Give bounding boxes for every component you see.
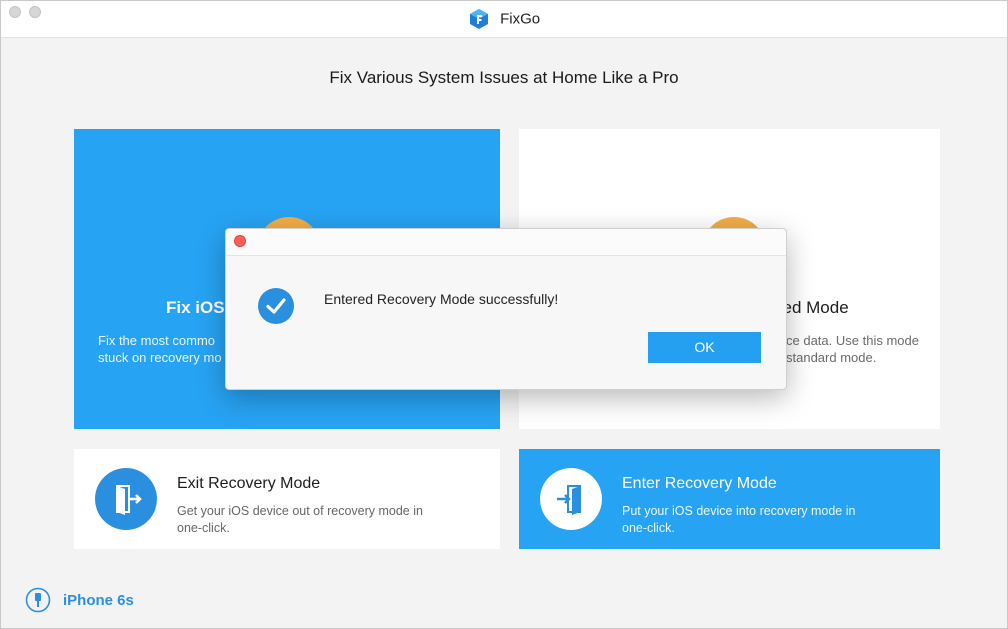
enter-recovery-desc-line1: Put your iOS device into recovery mode i… [622,504,856,518]
standard-mode-desc-line2: stuck on recovery mo [98,350,222,365]
exit-recovery-desc-line1: Get your iOS device out of recovery mode… [177,504,423,518]
standard-mode-desc-line1: Fix the most commo [98,333,216,348]
enter-recovery-card[interactable]: Enter Recovery Mode Put your iOS device … [519,449,940,549]
app-window: FixGo Fix Various System Issues at Home … [0,0,1008,629]
page-headline: Fix Various System Issues at Home Like a… [329,68,679,87]
exit-door-icon [116,485,142,515]
enter-recovery-title: Enter Recovery Mode [622,475,777,492]
success-dialog: Entered Recovery Mode successfully! OK [225,228,787,390]
dialog-title-bar [226,229,786,256]
exit-recovery-icon [95,468,157,530]
device-name: iPhone 6s [63,592,134,609]
enter-door-icon [557,485,581,515]
window-title: FixGo [1,8,1007,30]
app-name: FixGo [500,10,541,28]
checkmark-circle-icon [258,288,294,324]
enter-recovery-desc-line2: one-click. [622,521,675,535]
fixgo-logo-icon [469,9,488,29]
advanced-mode-desc-line1: ce data. Use this mode [786,333,919,348]
dialog-close-button[interactable] [234,235,246,247]
advanced-mode-desc-line2: standard mode. [786,350,877,365]
exit-recovery-title: Exit Recovery Mode [177,475,321,492]
title-bar: FixGo [1,1,1007,38]
enter-recovery-icon [540,468,602,530]
exit-recovery-card[interactable]: Exit Recovery Mode Get your iOS device o… [74,449,500,549]
exit-recovery-desc-line2: one-click. [177,521,230,535]
ok-button[interactable]: OK [648,332,761,363]
dialog-message: Entered Recovery Mode successfully! [324,291,559,307]
usb-cable-icon [25,587,51,613]
